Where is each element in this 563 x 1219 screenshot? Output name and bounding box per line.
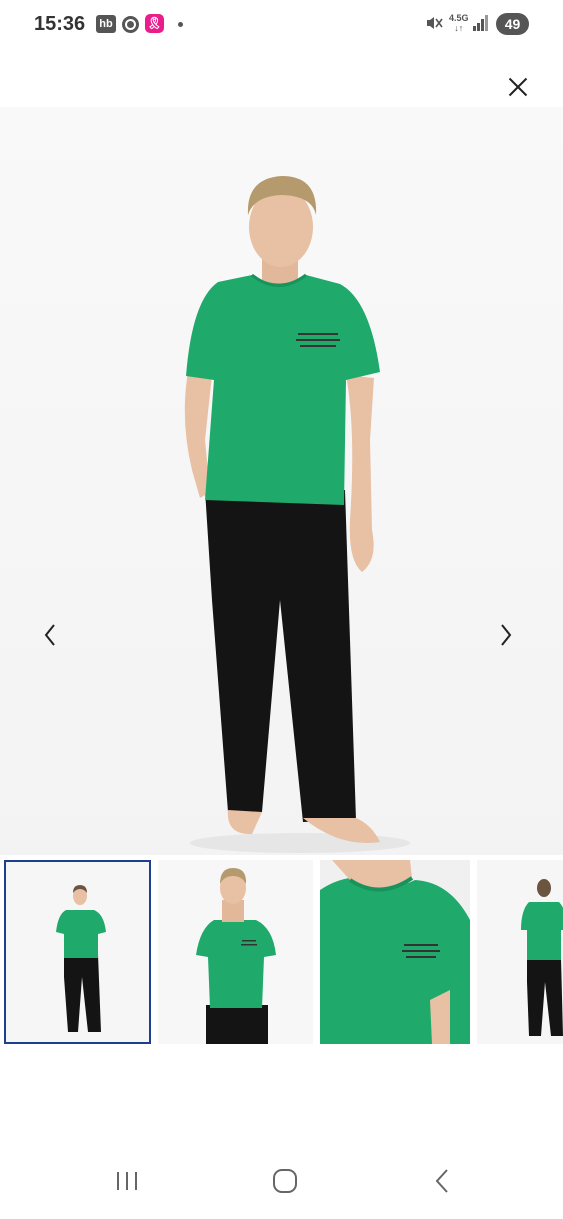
recent-apps-icon[interactable]	[114, 1168, 140, 1199]
thumbnail-back-full[interactable]	[477, 860, 563, 1044]
chevron-right-icon[interactable]	[486, 612, 526, 658]
ribbon-app-icon: 🎗	[145, 14, 164, 33]
network-indicator: 4.5G ↓↑	[449, 13, 469, 33]
hb-app-icon: hb	[96, 15, 116, 33]
chrome-icon	[122, 16, 139, 33]
notification-dot-icon	[178, 22, 183, 27]
battery-indicator: 49	[496, 13, 529, 35]
mute-icon	[425, 14, 443, 37]
home-icon[interactable]	[271, 1168, 299, 1199]
close-icon[interactable]	[505, 74, 531, 100]
thumbnail-strip	[0, 860, 563, 1044]
network-label: 4.5G	[449, 13, 469, 23]
status-time: 15:36	[34, 13, 86, 35]
signal-icon	[473, 15, 489, 31]
product-main-image	[0, 107, 563, 855]
back-icon[interactable]	[430, 1168, 456, 1199]
status-bar: 15:36 hb 🎗 4.5G ↓↑ 49	[0, 0, 563, 50]
chevron-left-icon[interactable]	[30, 612, 70, 658]
thumbnail-front-upper[interactable]	[158, 860, 313, 1044]
thumbnail-front-full[interactable]	[4, 860, 151, 1044]
thumbnail-chest-closeup[interactable]	[320, 860, 470, 1044]
system-nav-bar	[0, 1150, 563, 1219]
model-figure	[184, 176, 410, 853]
